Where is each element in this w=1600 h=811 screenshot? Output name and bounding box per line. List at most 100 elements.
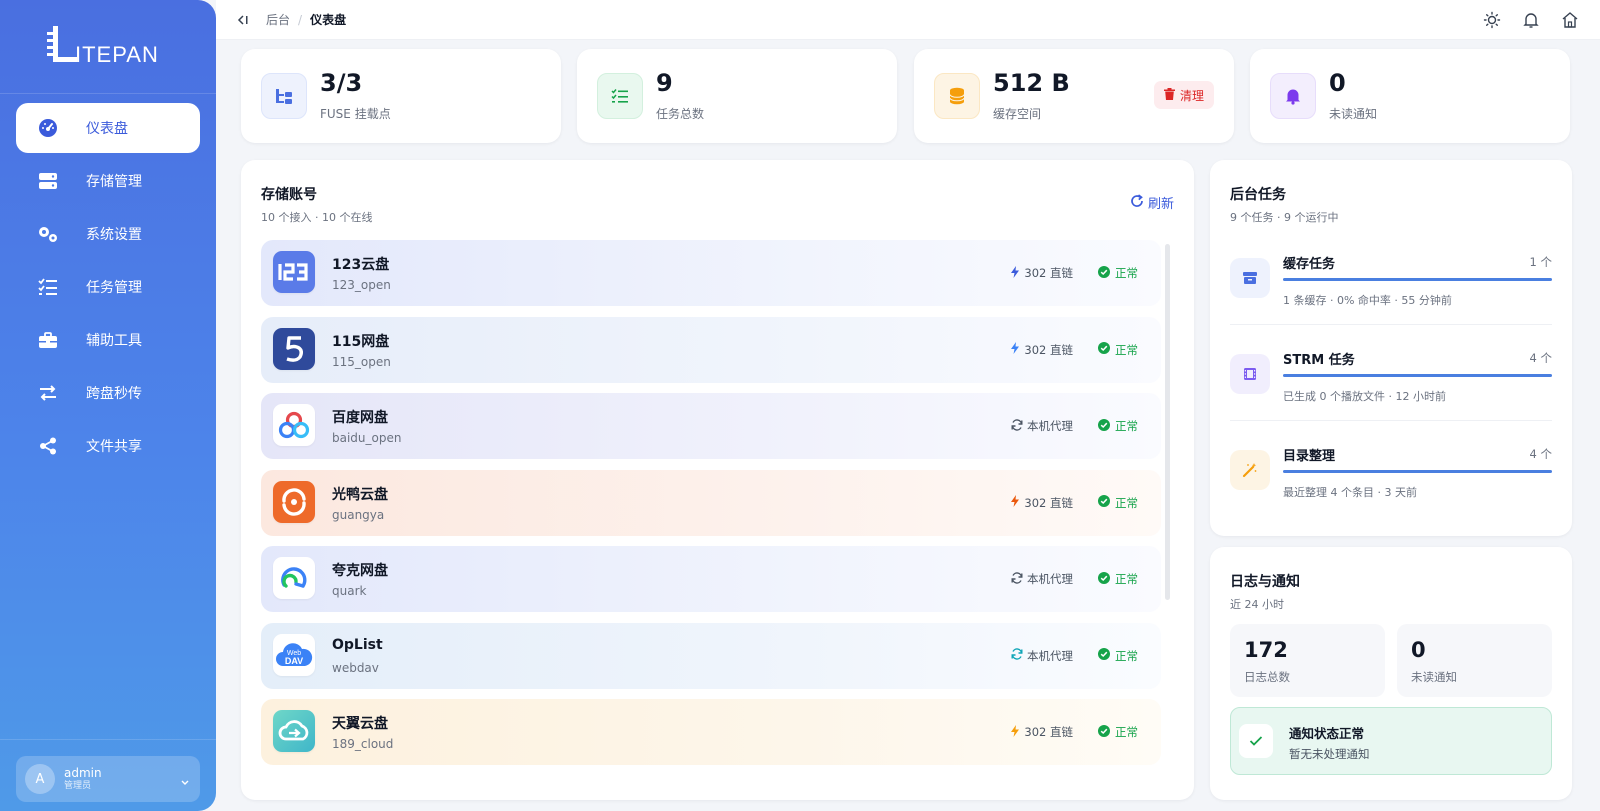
storage-account-list: 123云盘 123_open 302 直链 正常 115网盘 115_open … <box>261 240 1161 776</box>
unread-value: 0 <box>1411 638 1426 662</box>
log-total-label: 日志总数 <box>1244 670 1290 684</box>
stat-card-notifications: 0 未读通知 <box>1250 49 1570 143</box>
status-badge: 正常 <box>1098 648 1138 664</box>
breadcrumb-item[interactable]: 后台 <box>266 11 290 28</box>
access-mode: 302 直链 <box>1010 495 1073 511</box>
bell-icon[interactable] <box>1521 10 1541 30</box>
status-badge: 正常 <box>1098 571 1138 587</box>
sync-icon <box>1011 418 1023 434</box>
check-circle-icon <box>1098 265 1110 281</box>
user-name: admin <box>64 766 102 780</box>
account-name: 光鸭云盘 <box>332 486 388 503</box>
task-item-cache[interactable]: 缓存任务 1 个 1 条缓存 · 0% 命中率 · 55 分钟前 <box>1230 240 1552 334</box>
clear-cache-button[interactable]: 清理 <box>1153 81 1214 109</box>
status-label: 正常 <box>1115 648 1138 663</box>
status-label: 正常 <box>1115 725 1138 739</box>
sync-icon <box>1011 571 1023 587</box>
stat-label: 未读通知 <box>1329 107 1378 121</box>
collapse-sidebar-icon[interactable] <box>236 12 252 28</box>
task-name: 目录整理 <box>1283 449 1336 464</box>
logo-baidu <box>273 404 315 446</box>
scrollbar[interactable] <box>1165 244 1170 600</box>
stat-card-fuse: 3/3 FUSE 挂载点 <box>241 49 561 143</box>
logo-quark <box>273 557 315 599</box>
refresh-button[interactable]: 刷新 <box>1130 193 1174 212</box>
task-count: 4 个 <box>1529 447 1552 461</box>
account-name: 百度网盘 <box>332 410 388 426</box>
log-total-card: 172 日志总数 <box>1230 624 1385 697</box>
sidebar-item-label: 文件共享 <box>86 439 142 455</box>
status-label: 正常 <box>1115 572 1138 586</box>
sidebar-item-storage[interactable]: 存储管理 <box>16 156 200 206</box>
sun-icon[interactable] <box>1482 10 1502 30</box>
list-item[interactable]: Web DAV OpList webdav 本机代理 正常 <box>261 622 1161 689</box>
chevron-down-icon <box>180 772 190 791</box>
sidebar: ITEPAN 仪表盘 存储管理 系统设置 任务管理 辅助工具 跨盘秒传 文件共享… <box>0 0 216 811</box>
access-mode-label: 302 直链 <box>1024 342 1073 357</box>
check-circle-icon <box>1098 342 1110 357</box>
stat-label: FUSE 挂载点 <box>320 107 391 121</box>
app-logo[interactable]: ITEPAN <box>0 0 216 94</box>
sidebar-item-dashboard[interactable]: 仪表盘 <box>16 103 200 153</box>
sidebar-item-tasks[interactable]: 任务管理 <box>16 262 200 312</box>
logs-notifications-panel: 日志与通知 近 24 小时 172 日志总数 0 未读通知 通知状态正常 暂无未… <box>1210 547 1572 800</box>
archive-icon <box>1230 258 1270 298</box>
task-item-strm[interactable]: STRM 任务 4 个 已生成 0 个播放文件 · 12 小时前 <box>1230 336 1552 430</box>
panel-title: 存储账号 <box>261 187 317 203</box>
sidebar-item-label: 辅助工具 <box>86 333 142 349</box>
progress-bar <box>1283 278 1552 281</box>
account-id: 123_open <box>332 278 391 292</box>
list-item[interactable]: 夸克网盘 quark 本机代理 正常 <box>261 546 1161 612</box>
account-name: 123云盘 <box>332 257 390 273</box>
account-id: 115_open <box>332 354 391 369</box>
sidebar-item-label: 系统设置 <box>86 227 142 243</box>
list-item[interactable]: 光鸭云盘 guangya 302 直链 正常 <box>261 469 1161 536</box>
list-item[interactable]: 天翼云盘 189_cloud 302 直链 正常 <box>261 699 1161 765</box>
sidebar-item-share[interactable]: 文件共享 <box>16 421 200 471</box>
sidebar-item-transfer[interactable]: 跨盘秒传 <box>16 368 200 418</box>
sidebar-item-settings[interactable]: 系统设置 <box>16 209 200 259</box>
list-item[interactable]: 123云盘 123_open 302 直链 正常 <box>261 240 1161 306</box>
user-menu[interactable]: A admin 管理员 <box>16 756 200 802</box>
check-circle-icon <box>1098 724 1110 740</box>
access-mode: 302 直链 <box>1010 265 1073 281</box>
status-label: 正常 <box>1115 495 1138 510</box>
list-item[interactable]: 115网盘 115_open 302 直链 正常 <box>261 316 1161 383</box>
access-mode: 本机代理 <box>1011 571 1073 587</box>
check-circle-icon <box>1098 495 1110 510</box>
unread-label: 未读通知 <box>1411 670 1457 684</box>
status-label: 正常 <box>1115 419 1138 433</box>
account-name: 天翼云盘 <box>332 716 388 732</box>
avatar: A <box>25 764 55 794</box>
logo-115pan <box>273 327 315 370</box>
sidebar-item-tools[interactable]: 辅助工具 <box>16 315 200 365</box>
database-icon <box>934 73 980 119</box>
panel-subtitle: 近 24 小时 <box>1230 598 1284 611</box>
status-badge: 正常 <box>1098 724 1138 740</box>
home-icon[interactable] <box>1560 10 1580 30</box>
bolt-icon <box>1010 495 1020 510</box>
status-label: 正常 <box>1115 342 1138 357</box>
task-item-organize[interactable]: 目录整理 4 个 最近整理 4 个条目 · 3 天前 <box>1230 432 1552 526</box>
task-description: 1 条缓存 · 0% 命中率 · 55 分钟前 <box>1283 294 1452 307</box>
task-description: 最近整理 4 个条目 · 3 天前 <box>1283 486 1417 499</box>
breadcrumb-separator: / <box>298 12 303 27</box>
account-name: 夸克网盘 <box>332 563 388 579</box>
film-icon <box>1230 354 1270 394</box>
list-item[interactable]: 百度网盘 baidu_open 本机代理 正常 <box>261 393 1161 459</box>
divider <box>1230 420 1552 421</box>
check-circle-icon <box>1098 648 1110 663</box>
status-badge: 正常 <box>1098 495 1138 511</box>
sync-icon <box>1011 648 1023 663</box>
stat-value: 0 <box>1329 69 1346 97</box>
toolbox-icon <box>37 329 59 351</box>
breadcrumb-current: 仪表盘 <box>310 13 347 27</box>
clear-cache-label: 清理 <box>1179 88 1204 103</box>
task-description: 已生成 0 个播放文件 · 12 小时前 <box>1283 390 1446 403</box>
storage-accounts-panel: 存储账号 10 个接入 · 10 个在线 刷新 123云盘 123_open 3… <box>241 160 1194 800</box>
stat-value: 512 B <box>993 69 1070 97</box>
task-count: 4 个 <box>1529 351 1552 365</box>
mount-icon <box>261 73 307 119</box>
access-mode: 本机代理 <box>1011 418 1073 434</box>
transfer-icon <box>37 382 59 404</box>
